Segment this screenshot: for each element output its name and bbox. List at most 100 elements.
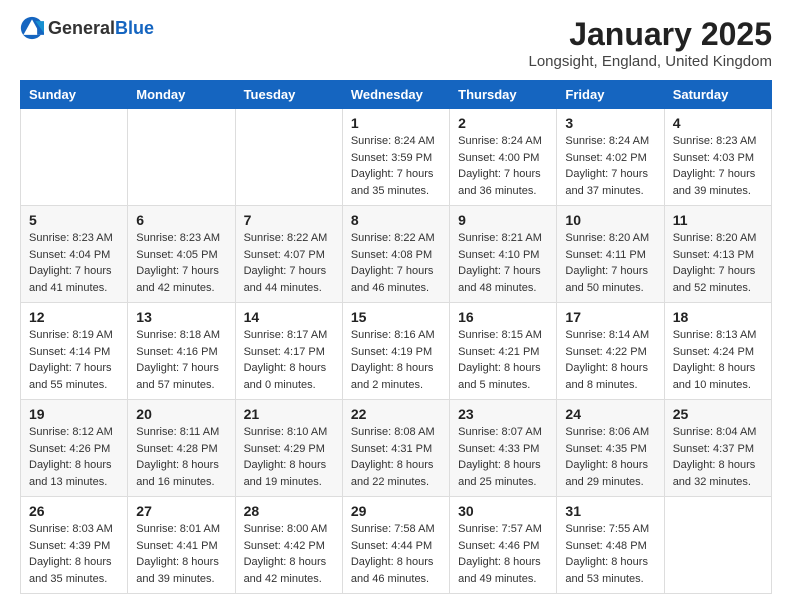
- calendar-cell: 23 Sunrise: 8:07 AM Sunset: 4:33 PM Dayli…: [450, 400, 557, 497]
- day-info: Sunrise: 8:07 AM Sunset: 4:33 PM Dayligh…: [458, 424, 548, 490]
- weekday-header: Monday: [128, 81, 235, 109]
- calendar-cell: 28 Sunrise: 8:00 AM Sunset: 4:42 PM Dayli…: [235, 497, 342, 594]
- day-number: 30: [458, 503, 548, 519]
- day-number: 6: [136, 212, 226, 228]
- calendar-cell: 10 Sunrise: 8:20 AM Sunset: 4:11 PM Dayli…: [557, 206, 664, 303]
- calendar-cell: 21Sunrise: 8:10 AM Sunset: 4:29 PM Dayli…: [235, 400, 342, 497]
- calendar-cell: [235, 109, 342, 206]
- day-number: 28: [244, 503, 334, 519]
- day-info: Sunrise: 7:57 AM Sunset: 4:46 PM Dayligh…: [458, 521, 548, 587]
- day-number: 7: [244, 212, 334, 228]
- day-info: Sunrise: 8:13 AM Sunset: 4:24 PM Dayligh…: [673, 327, 763, 393]
- calendar-cell: 7 Sunrise: 8:22 AM Sunset: 4:07 PM Daylig…: [235, 206, 342, 303]
- day-number: 3: [565, 115, 655, 131]
- day-info: Sunrise: 8:22 AM Sunset: 4:07 PM Dayligh…: [244, 230, 334, 296]
- day-info: Sunrise: 8:20 AM Sunset: 4:13 PM Dayligh…: [673, 230, 763, 296]
- calendar-cell: 15 Sunrise: 8:16 AM Sunset: 4:19 PM Dayli…: [342, 303, 449, 400]
- weekday-header-row: SundayMondayTuesdayWednesdayThursdayFrid…: [21, 81, 772, 109]
- day-number: 25: [673, 406, 763, 422]
- weekday-header: Sunday: [21, 81, 128, 109]
- calendar-cell: 5 Sunrise: 8:23 AM Sunset: 4:04 PM Daylig…: [21, 206, 128, 303]
- day-number: 8: [351, 212, 441, 228]
- day-number: 26: [29, 503, 119, 519]
- calendar-cell: 29Sunrise: 7:58 AM Sunset: 4:44 PM Dayli…: [342, 497, 449, 594]
- calendar-cell: 3 Sunrise: 8:24 AM Sunset: 4:02 PM Daylig…: [557, 109, 664, 206]
- day-number: 17: [565, 309, 655, 325]
- day-number: 22: [351, 406, 441, 422]
- day-number: 11: [673, 212, 763, 228]
- calendar-cell: 22 Sunrise: 8:08 AM Sunset: 4:31 PM Dayli…: [342, 400, 449, 497]
- day-info: Sunrise: 8:21 AM Sunset: 4:10 PM Dayligh…: [458, 230, 548, 296]
- calendar-cell: [664, 497, 771, 594]
- day-number: 12: [29, 309, 119, 325]
- day-info: Sunrise: 8:00 AM Sunset: 4:42 PM Dayligh…: [244, 521, 334, 587]
- weekday-header: Tuesday: [235, 81, 342, 109]
- day-info: Sunrise: 8:06 AM Sunset: 4:35 PM Dayligh…: [565, 424, 655, 490]
- day-number: 9: [458, 212, 548, 228]
- day-info: Sunrise: 8:12 AM Sunset: 4:26 PM Dayligh…: [29, 424, 119, 490]
- calendar-week-row: 12 Sunrise: 8:19 AM Sunset: 4:14 PM Dayli…: [21, 303, 772, 400]
- calendar-cell: 26 Sunrise: 8:03 AM Sunset: 4:39 PM Dayli…: [21, 497, 128, 594]
- day-number: 10: [565, 212, 655, 228]
- logo-icon: [20, 16, 44, 40]
- month-title: January 2025: [528, 16, 772, 53]
- day-number: 31: [565, 503, 655, 519]
- day-info: Sunrise: 8:19 AM Sunset: 4:14 PM Dayligh…: [29, 327, 119, 393]
- day-number: 14: [244, 309, 334, 325]
- day-info: Sunrise: 8:10 AM Sunset: 4:29 PM Dayligh…: [244, 424, 334, 490]
- calendar-cell: 24 Sunrise: 8:06 AM Sunset: 4:35 PM Dayli…: [557, 400, 664, 497]
- day-info: Sunrise: 8:22 AM Sunset: 4:08 PM Dayligh…: [351, 230, 441, 296]
- day-info: Sunrise: 8:17 AM Sunset: 4:17 PM Dayligh…: [244, 327, 334, 393]
- calendar-cell: 11 Sunrise: 8:20 AM Sunset: 4:13 PM Dayli…: [664, 206, 771, 303]
- calendar-cell: 13 Sunrise: 8:18 AM Sunset: 4:16 PM Dayli…: [128, 303, 235, 400]
- logo: GeneralBlue: [20, 16, 154, 40]
- calendar-cell: 19Sunrise: 8:12 AM Sunset: 4:26 PM Dayli…: [21, 400, 128, 497]
- day-info: Sunrise: 8:24 AM Sunset: 4:00 PM Dayligh…: [458, 133, 548, 199]
- day-info: Sunrise: 8:23 AM Sunset: 4:03 PM Dayligh…: [673, 133, 763, 199]
- page: GeneralBlue January 2025 Longsight, Engl…: [0, 0, 792, 610]
- weekday-header: Thursday: [450, 81, 557, 109]
- day-info: Sunrise: 8:16 AM Sunset: 4:19 PM Dayligh…: [351, 327, 441, 393]
- calendar-cell: [21, 109, 128, 206]
- calendar-cell: 27Sunrise: 8:01 AM Sunset: 4:41 PM Dayli…: [128, 497, 235, 594]
- calendar-week-row: 19Sunrise: 8:12 AM Sunset: 4:26 PM Dayli…: [21, 400, 772, 497]
- weekday-header: Wednesday: [342, 81, 449, 109]
- calendar-cell: 6 Sunrise: 8:23 AM Sunset: 4:05 PM Daylig…: [128, 206, 235, 303]
- calendar-cell: 1Sunrise: 8:24 AM Sunset: 3:59 PM Daylig…: [342, 109, 449, 206]
- location-title: Longsight, England, United Kingdom: [528, 53, 772, 70]
- weekday-header: Saturday: [664, 81, 771, 109]
- day-info: Sunrise: 8:24 AM Sunset: 4:02 PM Dayligh…: [565, 133, 655, 199]
- logo-blue: Blue: [115, 18, 154, 38]
- day-info: Sunrise: 7:55 AM Sunset: 4:48 PM Dayligh…: [565, 521, 655, 587]
- calendar-cell: 16 Sunrise: 8:15 AM Sunset: 4:21 PM Dayli…: [450, 303, 557, 400]
- calendar-cell: 18 Sunrise: 8:13 AM Sunset: 4:24 PM Dayli…: [664, 303, 771, 400]
- day-info: Sunrise: 8:08 AM Sunset: 4:31 PM Dayligh…: [351, 424, 441, 490]
- day-info: Sunrise: 8:14 AM Sunset: 4:22 PM Dayligh…: [565, 327, 655, 393]
- calendar-week-row: 5 Sunrise: 8:23 AM Sunset: 4:04 PM Daylig…: [21, 206, 772, 303]
- day-number: 13: [136, 309, 226, 325]
- calendar-cell: 9 Sunrise: 8:21 AM Sunset: 4:10 PM Daylig…: [450, 206, 557, 303]
- calendar-cell: 12 Sunrise: 8:19 AM Sunset: 4:14 PM Dayli…: [21, 303, 128, 400]
- day-number: 24: [565, 406, 655, 422]
- calendar-week-row: 1Sunrise: 8:24 AM Sunset: 3:59 PM Daylig…: [21, 109, 772, 206]
- day-number: 15: [351, 309, 441, 325]
- day-number: 4: [673, 115, 763, 131]
- day-info: Sunrise: 8:20 AM Sunset: 4:11 PM Dayligh…: [565, 230, 655, 296]
- logo-general: General: [48, 18, 115, 38]
- day-info: Sunrise: 8:18 AM Sunset: 4:16 PM Dayligh…: [136, 327, 226, 393]
- day-number: 5: [29, 212, 119, 228]
- day-info: Sunrise: 8:04 AM Sunset: 4:37 PM Dayligh…: [673, 424, 763, 490]
- day-number: 23: [458, 406, 548, 422]
- day-number: 18: [673, 309, 763, 325]
- day-info: Sunrise: 8:23 AM Sunset: 4:04 PM Dayligh…: [29, 230, 119, 296]
- header: GeneralBlue January 2025 Longsight, Engl…: [20, 16, 772, 70]
- calendar-cell: 25 Sunrise: 8:04 AM Sunset: 4:37 PM Dayli…: [664, 400, 771, 497]
- weekday-header: Friday: [557, 81, 664, 109]
- day-number: 16: [458, 309, 548, 325]
- day-info: Sunrise: 8:11 AM Sunset: 4:28 PM Dayligh…: [136, 424, 226, 490]
- day-info: Sunrise: 8:23 AM Sunset: 4:05 PM Dayligh…: [136, 230, 226, 296]
- day-info: Sunrise: 8:15 AM Sunset: 4:21 PM Dayligh…: [458, 327, 548, 393]
- day-info: Sunrise: 8:03 AM Sunset: 4:39 PM Dayligh…: [29, 521, 119, 587]
- title-block: January 2025 Longsight, England, United …: [528, 16, 772, 70]
- calendar-cell: 31 Sunrise: 7:55 AM Sunset: 4:48 PM Dayli…: [557, 497, 664, 594]
